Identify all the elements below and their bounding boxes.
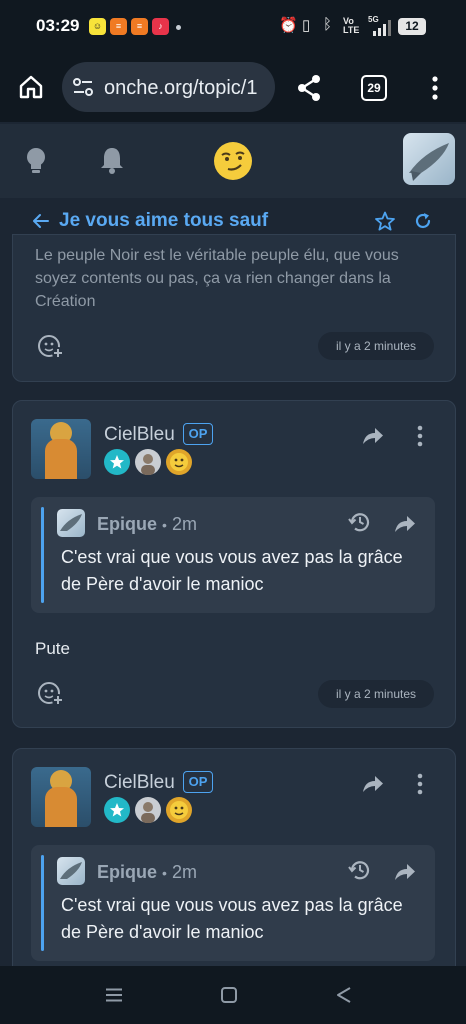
author-avatar[interactable]	[31, 419, 91, 479]
history-icon[interactable]	[348, 859, 372, 881]
bluetooth-icon: ᛒ	[323, 16, 333, 33]
quote-separator: •	[162, 865, 167, 881]
quote-author-label: Epique	[97, 862, 158, 882]
quote-author-name[interactable]: Epique • 2m	[97, 862, 197, 883]
home-icon[interactable]	[18, 74, 44, 100]
app-icon: ≡	[131, 18, 148, 35]
reply-arrow-icon[interactable]	[362, 775, 384, 793]
home-nav-icon[interactable]	[221, 987, 237, 1003]
snapchat-icon: ☺	[89, 18, 106, 35]
op-badge: OP	[183, 423, 213, 445]
history-icon[interactable]	[348, 511, 372, 533]
quote-separator: •	[162, 517, 167, 533]
quote-author-avatar[interactable]	[57, 509, 85, 537]
status-time: 03:29	[36, 16, 80, 35]
quote-author-name[interactable]: Epique • 2m	[97, 514, 197, 535]
battery-icon: 12	[398, 18, 426, 35]
app-icon: ≡	[110, 18, 127, 35]
add-reaction-icon[interactable]	[37, 334, 65, 360]
emoji-badge-icon	[166, 449, 192, 475]
alarm-icon: ⏰	[279, 17, 298, 34]
star-icon[interactable]	[375, 211, 395, 231]
avatar-badge-icon	[135, 449, 161, 475]
quote-author-avatar[interactable]	[57, 857, 85, 885]
reply-arrow-icon[interactable]	[394, 863, 416, 881]
recent-apps-icon[interactable]	[105, 988, 123, 1002]
user-avatar[interactable]	[403, 133, 455, 185]
system-nav-bar	[0, 966, 466, 1024]
post-text: Le peuple Noir est le véritable peuple é…	[35, 247, 399, 310]
vibrate-icon: ▯	[302, 17, 311, 34]
post-text: Pute	[35, 639, 70, 658]
reply-arrow-icon[interactable]	[362, 427, 384, 445]
post-time: il y a 2 minutes	[318, 332, 434, 360]
smirk-emoji-logo[interactable]	[212, 140, 254, 182]
quote-bar	[41, 507, 44, 603]
volte-icon: Vo LTE	[343, 16, 360, 35]
op-badge: OP	[183, 771, 213, 793]
fish-image	[409, 143, 449, 181]
site-header	[0, 124, 466, 199]
more-vert-icon[interactable]	[430, 76, 440, 100]
emoji-badge-icon	[166, 797, 192, 823]
topic-title: Je vous aime tous sauf	[59, 210, 269, 231]
post-time: il y a 2 minutes	[318, 680, 434, 708]
site-settings-icon[interactable]	[72, 77, 94, 97]
star-badge-icon	[104, 449, 130, 475]
browser-toolbar: onche.org/topic/1 29	[0, 56, 466, 122]
lightbulb-icon[interactable]	[25, 147, 47, 173]
notification-dot	[176, 25, 181, 30]
avatar-badge-icon	[135, 797, 161, 823]
music-icon: ♪	[152, 18, 169, 35]
signal-icon	[373, 20, 391, 36]
refresh-icon[interactable]	[414, 212, 432, 230]
quote-time: 2m	[171, 862, 197, 882]
tab-switcher-button[interactable]: 29	[361, 75, 387, 101]
more-vert-icon[interactable]	[415, 425, 425, 447]
back-nav-icon[interactable]	[336, 987, 352, 1003]
status-bar: 03:29 ☺ ≡ ≡ ♪ ⏰ ▯ ᛒ Vo LTE 5G 12	[0, 0, 466, 56]
add-reaction-icon[interactable]	[37, 681, 65, 707]
bell-icon[interactable]	[100, 146, 124, 174]
quote-time: 2m	[171, 514, 197, 534]
more-vert-icon[interactable]	[415, 773, 425, 795]
back-arrow-icon[interactable]	[33, 213, 49, 229]
star-badge-icon	[104, 797, 130, 823]
quote-text: C'est vrai que vous vous avez pas la grâ…	[61, 547, 403, 594]
quote-author-label: Epique	[97, 514, 158, 534]
author-name[interactable]: CielBleu	[104, 772, 175, 794]
author-name[interactable]: CielBleu	[104, 424, 175, 446]
author-avatar[interactable]	[31, 767, 91, 827]
quote-text: C'est vrai que vous vous avez pas la grâ…	[61, 895, 403, 942]
reply-arrow-icon[interactable]	[394, 515, 416, 533]
url-text[interactable]: onche.org/topic/1	[104, 77, 257, 100]
quote-bar	[41, 855, 44, 951]
share-icon[interactable]	[296, 74, 322, 102]
